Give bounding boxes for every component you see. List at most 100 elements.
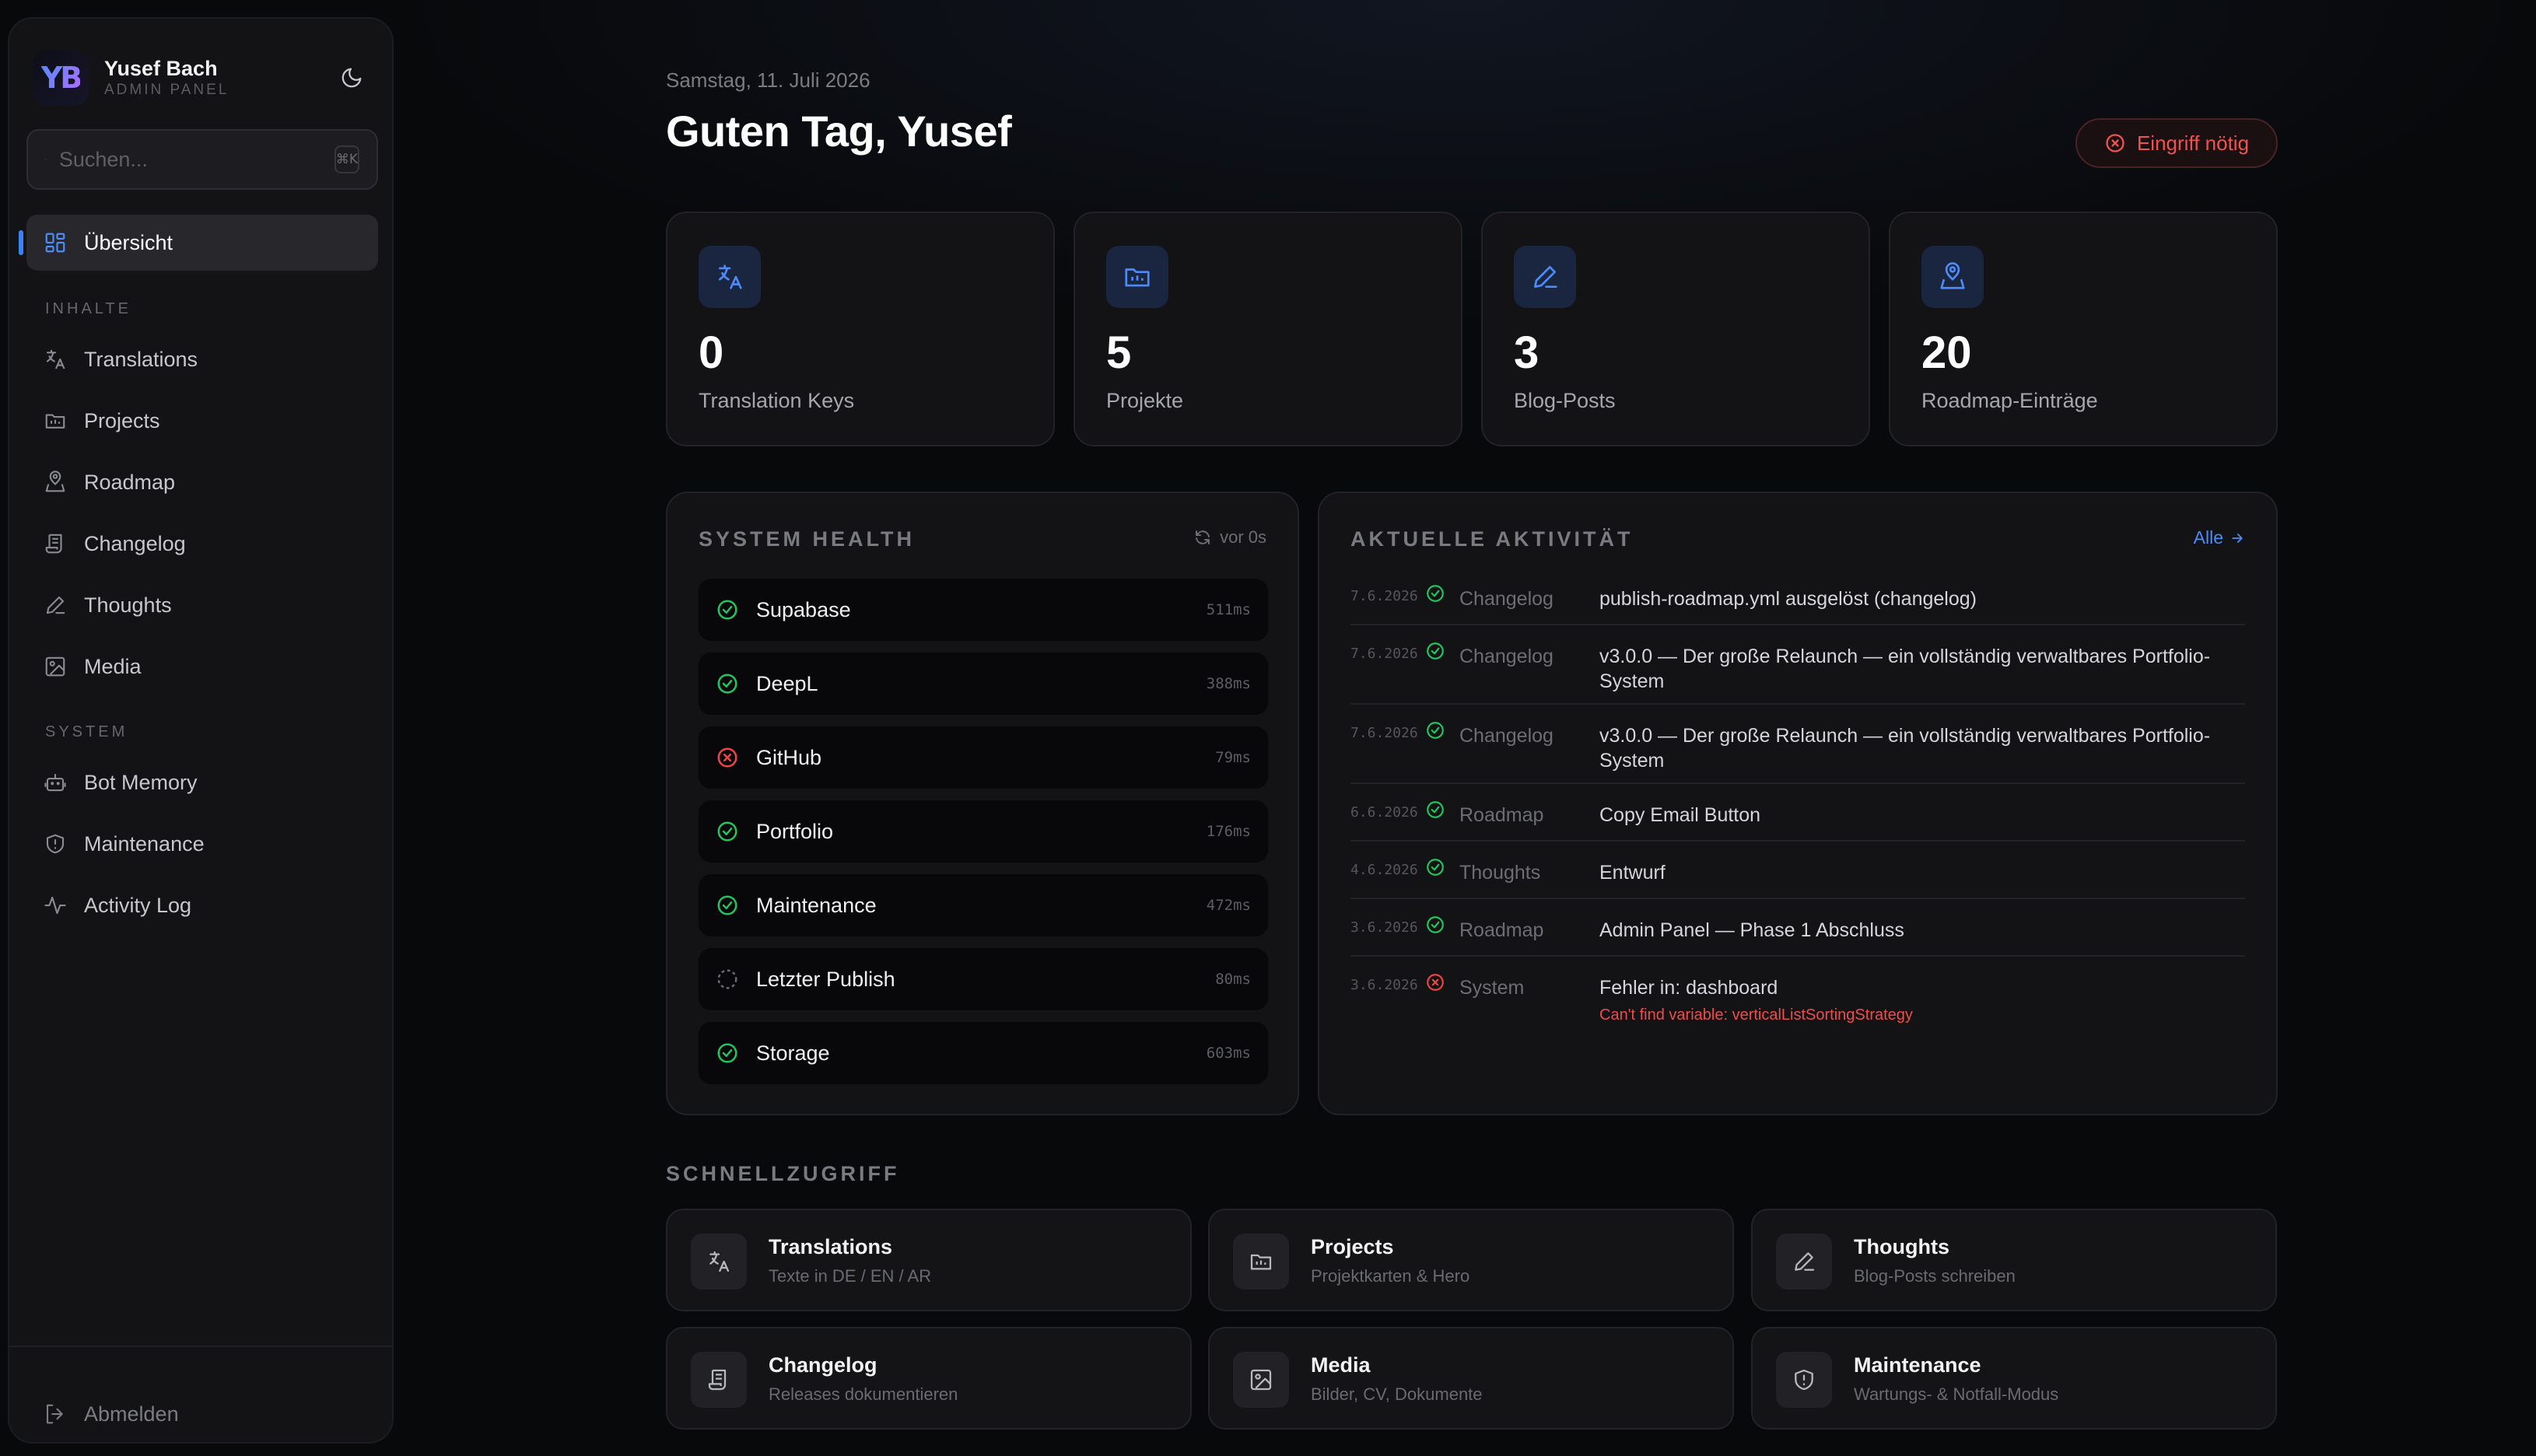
quick-card-title: Maintenance — [1854, 1353, 1981, 1377]
map-pin-icon — [1940, 262, 1965, 289]
activity-text: v3.0.0 — Der große Relaunch — ein vollst… — [1599, 646, 2211, 692]
health-row-github: GitHub 79ms — [699, 726, 1268, 789]
quick-card-projects[interactable]: Projects Projektkarten & Hero — [1208, 1209, 1734, 1311]
quick-card-maintenance[interactable]: Maintenance Wartungs- & Notfall-Modus — [1751, 1327, 2277, 1430]
quick-card-thoughts[interactable]: Thoughts Blog-Posts schreiben — [1751, 1209, 2277, 1311]
theme-toggle-button[interactable] — [331, 58, 372, 98]
profile-role: ADMIN PANEL — [104, 82, 229, 98]
error-circle-icon — [2106, 134, 2124, 152]
activity-row[interactable]: 6.6.2026 Roadmap Copy Email Button — [1350, 784, 2245, 842]
activity-category: Roadmap — [1459, 804, 1544, 826]
activity-date: 3.6.2026 — [1350, 977, 1418, 993]
activity-row[interactable]: 3.6.2026 Roadmap Admin Panel — Phase 1 A… — [1350, 899, 2245, 957]
refresh-button[interactable]: vor 0s — [1193, 527, 1266, 548]
nav-item-activity-log[interactable]: Activity Log — [26, 877, 378, 933]
quick-card-title: Translations — [769, 1235, 893, 1258]
nav-item-bot-memory[interactable]: Bot Memory — [26, 754, 378, 810]
activity-row[interactable]: 7.6.2026 Changelog v3.0.0 — Der große Re… — [1350, 625, 2245, 705]
activity-text: Fehler in: dashboard — [1599, 977, 1778, 999]
stat-card-translations[interactable]: 0 Translation Keys — [666, 212, 1055, 446]
nav-item-translations[interactable]: Translations — [26, 331, 378, 387]
service-latency: 603ms — [1206, 1045, 1251, 1062]
page-title: Guten Tag, Yusef — [666, 107, 1012, 156]
folder-icon — [45, 414, 65, 429]
quick-card-translations[interactable]: Translations Texte in DE / EN / AR — [666, 1209, 1192, 1311]
nav-item-overview[interactable]: Übersicht — [19, 215, 378, 271]
nav-item-projects[interactable]: Projects — [26, 393, 378, 449]
view-all-link[interactable]: Alle — [2194, 527, 2245, 548]
activity-category: Changelog — [1459, 646, 1553, 667]
search-input[interactable] — [58, 147, 335, 172]
check-circle-icon — [1427, 722, 1444, 739]
nav-label: Maintenance — [84, 831, 205, 856]
stat-card-projects[interactable]: 5 Projekte — [1074, 212, 1462, 446]
nav-item-maintenance[interactable]: Maintenance — [26, 816, 378, 872]
stat-label: Projekte — [1106, 389, 1184, 412]
shield-icon — [1795, 1369, 1813, 1391]
activity-category: System — [1459, 977, 1525, 999]
activity-category: Roadmap — [1459, 919, 1544, 941]
search-box[interactable]: ⌘K — [26, 129, 378, 190]
service-latency: 80ms — [1215, 971, 1251, 988]
activity-text: publish-roadmap.yml ausgelöst (changelog… — [1599, 588, 1977, 610]
activity-date: 6.6.2026 — [1350, 804, 1418, 821]
health-row-last-publish: Letzter Publish 80ms — [699, 948, 1268, 1010]
activity-row[interactable]: 7.6.2026 Changelog publish-roadmap.yml a… — [1350, 568, 2245, 625]
activity-error-message: Can't find variable: verticalListSorting… — [1599, 1006, 1913, 1024]
alert-badge[interactable]: Eingriff nötig — [2075, 118, 2278, 168]
quick-card-changelog[interactable]: Changelog Releases dokumentieren — [666, 1327, 1192, 1430]
quick-card-title: Projects — [1311, 1235, 1394, 1258]
service-name: GitHub — [756, 745, 822, 769]
activity-text: v3.0.0 — Der große Relaunch — ein vollst… — [1599, 725, 2211, 772]
quick-card-title: Changelog — [769, 1353, 877, 1377]
health-row-portfolio: Portfolio 176ms — [699, 800, 1268, 863]
logout-button[interactable]: Abmelden — [26, 1386, 378, 1442]
quick-card-subtitle: Releases dokumentieren — [769, 1384, 958, 1404]
activity-row[interactable]: 3.6.2026 System Fehler in: dashboard Can… — [1350, 957, 2245, 1038]
stat-value: 0 — [699, 327, 724, 378]
nav-item-changelog[interactable]: Changelog — [26, 516, 378, 572]
quick-card-title: Media — [1311, 1353, 1371, 1377]
quick-card-media[interactable]: Media Bilder, CV, Dokumente — [1208, 1327, 1734, 1430]
sidebar: YB Yusef Bach ADMIN PANEL ⌘K Übersicht I… — [8, 17, 394, 1444]
nav-label: Übersicht — [84, 230, 173, 254]
error-circle-icon — [717, 747, 737, 768]
system-health-panel: SYSTEM HEALTH vor 0s Supabase 511ms Deep… — [666, 492, 1299, 1115]
check-circle-icon — [1427, 916, 1444, 933]
avatar: YB — [33, 50, 89, 106]
logout-label: Abmelden — [84, 1402, 179, 1426]
image-icon — [1250, 1369, 1272, 1391]
nav-label: Translations — [84, 347, 198, 371]
shield-icon — [46, 834, 65, 854]
activity-text: Entwurf — [1599, 862, 1666, 884]
pen-icon — [1795, 1252, 1815, 1271]
profile-name: Yusef Bach — [104, 57, 218, 80]
activity-row[interactable]: 4.6.2026 Thoughts Entwurf — [1350, 842, 2245, 899]
nav-item-media[interactable]: Media — [26, 639, 378, 695]
service-name: Portfolio — [756, 819, 834, 843]
grid-icon — [45, 233, 65, 253]
nav-item-roadmap[interactable]: Roadmap — [26, 454, 378, 510]
current-date: Samstag, 11. Juli 2026 — [666, 68, 870, 92]
stat-card-blog-posts[interactable]: 3 Blog-Posts — [1481, 212, 1870, 446]
panel-title: SYSTEM HEALTH — [699, 527, 916, 551]
translate-icon — [709, 1251, 730, 1272]
stat-label: Roadmap-Einträge — [1921, 389, 2098, 412]
scroll-icon — [45, 534, 62, 554]
activity-row[interactable]: 7.6.2026 Changelog v3.0.0 — Der große Re… — [1350, 705, 2245, 784]
health-row-deepl: DeepL 388ms — [699, 653, 1268, 715]
nav-item-thoughts[interactable]: Thoughts — [26, 577, 378, 633]
stat-card-roadmap[interactable]: 20 Roadmap-Einträge — [1889, 212, 2278, 446]
search-icon — [45, 159, 47, 160]
activity-text: Admin Panel — Phase 1 Abschluss — [1599, 919, 1904, 941]
check-circle-icon — [717, 674, 737, 694]
health-row-maintenance: Maintenance 472ms — [699, 874, 1268, 936]
search-shortcut: ⌘K — [334, 145, 359, 173]
activity-date: 3.6.2026 — [1350, 919, 1418, 936]
check-circle-icon — [717, 600, 737, 620]
refresh-icon — [1196, 530, 1210, 544]
activity-category: Changelog — [1459, 725, 1553, 747]
service-name: Supabase — [756, 597, 851, 621]
nav-label: Bot Memory — [84, 770, 198, 794]
check-circle-icon — [717, 1043, 737, 1063]
